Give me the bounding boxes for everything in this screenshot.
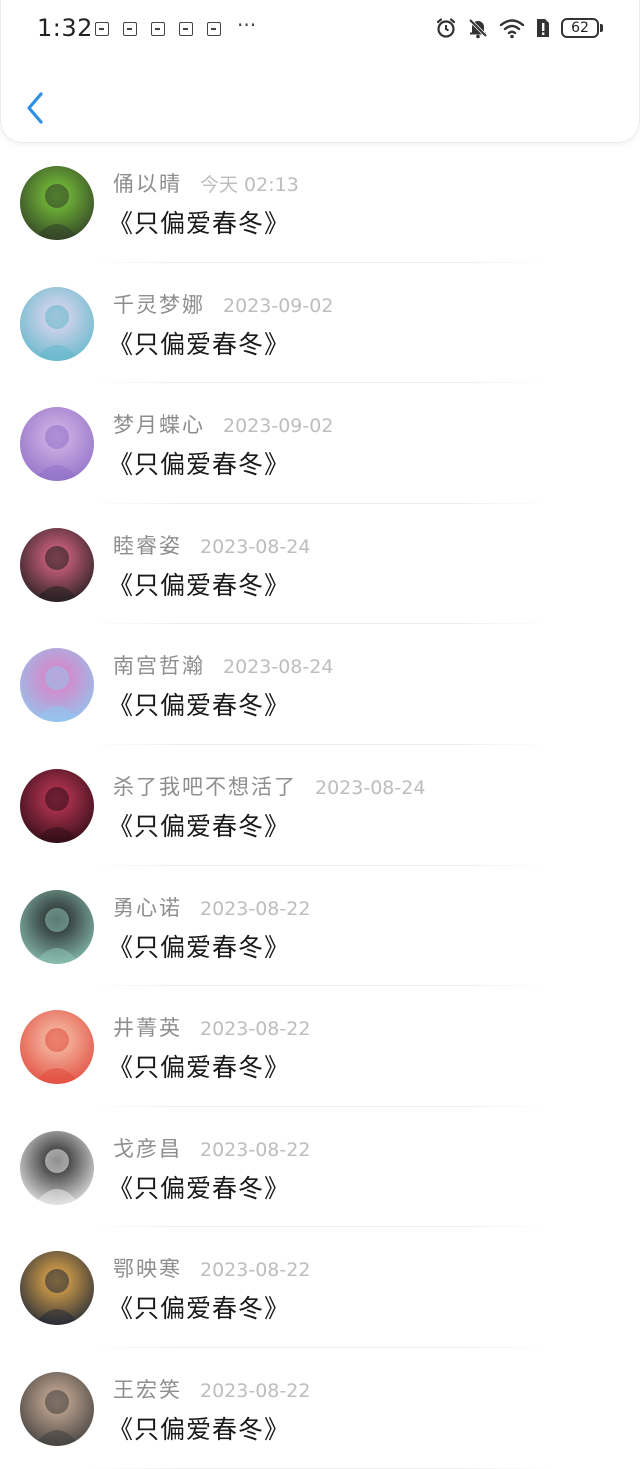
message-date: 2023-08-22 — [200, 1379, 311, 1402]
notification-icon — [95, 22, 109, 36]
message-meta: 梦月蝶心 2023-09-02 — [113, 409, 333, 439]
message-meta: 井菁英 2023-08-22 — [113, 1012, 310, 1042]
avatar[interactable] — [20, 527, 94, 602]
notification-icon — [123, 22, 137, 36]
sender-name: 俑以晴 — [113, 172, 182, 196]
message-date: 2023-09-02 — [223, 294, 334, 317]
wifi-icon — [499, 19, 525, 39]
list-item[interactable]: 俑以晴 今天 02:13 《只偏爱春冬》 — [0, 142, 640, 263]
message-meta: 睦睿姿 2023-08-24 — [113, 530, 310, 560]
message-text: 《只偏爱春冬》 — [108, 329, 291, 359]
message-meta: 杀了我吧不想活了 2023-08-24 — [113, 771, 425, 801]
message-date: 今天 02:13 — [200, 174, 299, 196]
list-item[interactable]: 梦月蝶心 2023-09-02 《只偏爱春冬》 — [0, 383, 640, 504]
notification-icon — [207, 22, 221, 36]
list-item[interactable]: 勇心诺 2023-08-22 《只偏爱春冬》 — [0, 866, 640, 987]
message-text: 《只偏爱春冬》 — [108, 1173, 291, 1203]
divider — [90, 1467, 550, 1469]
sender-name: 鄂映寒 — [113, 1257, 182, 1282]
header: 1:32 ··· 62 — [0, 0, 640, 143]
status-bar: 1:32 ··· 62 — [1, 0, 639, 60]
avatar[interactable] — [20, 1130, 94, 1205]
bell-muted-icon — [468, 18, 488, 39]
sender-name: 勇心诺 — [113, 895, 182, 920]
notification-icon — [179, 22, 193, 36]
message-date: 2023-08-22 — [200, 1138, 311, 1161]
sender-name: 井菁英 — [113, 1016, 182, 1041]
message-date: 2023-08-22 — [200, 1259, 311, 1282]
sim-alert-icon — [537, 19, 549, 37]
list-item[interactable]: 千灵梦娜 2023-09-02 《只偏爱春冬》 — [0, 263, 640, 384]
message-date: 2023-08-22 — [200, 1018, 311, 1041]
avatar[interactable] — [20, 1010, 94, 1085]
battery-icon: 62 — [561, 18, 603, 38]
chevron-left-icon — [27, 92, 43, 124]
sender-name: 王宏笑 — [113, 1377, 182, 1402]
sender-name: 戈彦昌 — [113, 1136, 182, 1161]
sender-name: 杀了我吧不想活了 — [113, 774, 297, 799]
avatar[interactable] — [20, 407, 94, 482]
message-date: 2023-08-24 — [223, 656, 334, 679]
back-button[interactable] — [21, 88, 51, 128]
message-date: 2023-09-02 — [223, 415, 334, 438]
list-item[interactable]: 鄂映寒 2023-08-22 《只偏爱春冬》 — [0, 1227, 640, 1348]
list-item[interactable]: 井菁英 2023-08-22 《只偏爱春冬》 — [0, 986, 640, 1107]
message-meta: 鄂映寒 2023-08-22 — [113, 1253, 310, 1283]
avatar[interactable] — [20, 1371, 94, 1446]
avatar[interactable] — [20, 166, 94, 240]
message-meta: 千灵梦娜 2023-09-02 — [113, 289, 333, 319]
list-item[interactable]: 王宏笑 2023-08-22 《只偏爱春冬》 — [0, 1348, 640, 1469]
message-date: 2023-08-24 — [200, 535, 311, 558]
more-notifications-icon: ··· — [237, 13, 257, 37]
message-meta: 勇心诺 2023-08-22 — [113, 892, 310, 922]
avatar[interactable] — [20, 286, 94, 361]
list-item[interactable]: 杀了我吧不想活了 2023-08-24 《只偏爱春冬》 — [0, 745, 640, 866]
message-text: 《只偏爱春冬》 — [108, 1294, 291, 1324]
message-date: 2023-08-24 — [315, 776, 426, 799]
notification-icon — [151, 22, 165, 36]
list-item[interactable]: 南宫哲瀚 2023-08-24 《只偏爱春冬》 — [0, 624, 640, 745]
message-text: 《只偏爱春冬》 — [108, 932, 291, 962]
message-text: 《只偏爱春冬》 — [108, 691, 291, 721]
sender-name: 睦睿姿 — [113, 533, 182, 558]
sender-name: 南宫哲瀚 — [113, 654, 205, 679]
sender-name: 梦月蝶心 — [113, 413, 205, 438]
avatar[interactable] — [20, 1251, 94, 1326]
avatar[interactable] — [20, 768, 94, 843]
avatar[interactable] — [20, 889, 94, 964]
message-meta: 俑以晴 今天 02:13 — [113, 168, 299, 198]
message-text: 《只偏爱春冬》 — [108, 209, 291, 238]
avatar[interactable] — [20, 648, 94, 723]
message-meta: 戈彦昌 2023-08-22 — [113, 1133, 310, 1163]
message-text: 《只偏爱春冬》 — [108, 811, 291, 841]
battery-tip — [600, 24, 603, 32]
alarm-icon — [436, 18, 456, 38]
message-text: 《只偏爱春冬》 — [108, 570, 291, 600]
message-text: 《只偏爱春冬》 — [108, 450, 291, 480]
battery-level: 62 — [561, 18, 599, 38]
status-time: 1:32 — [37, 14, 93, 42]
sender-name: 千灵梦娜 — [113, 292, 205, 317]
message-meta: 王宏笑 2023-08-22 — [113, 1374, 310, 1404]
list-item[interactable]: 睦睿姿 2023-08-24 《只偏爱春冬》 — [0, 504, 640, 625]
notification-icons: ··· — [95, 13, 257, 37]
message-meta: 南宫哲瀚 2023-08-24 — [113, 650, 333, 680]
message-date: 2023-08-22 — [200, 897, 311, 920]
message-text: 《只偏爱春冬》 — [108, 1414, 291, 1444]
status-right: 62 — [435, 17, 603, 39]
message-text: 《只偏爱春冬》 — [108, 1053, 291, 1083]
message-list: 俑以晴 今天 02:13 《只偏爱春冬》 千灵梦娜 2023-09-02 《只偏… — [0, 142, 640, 1469]
list-item[interactable]: 戈彦昌 2023-08-22 《只偏爱春冬》 — [0, 1107, 640, 1228]
